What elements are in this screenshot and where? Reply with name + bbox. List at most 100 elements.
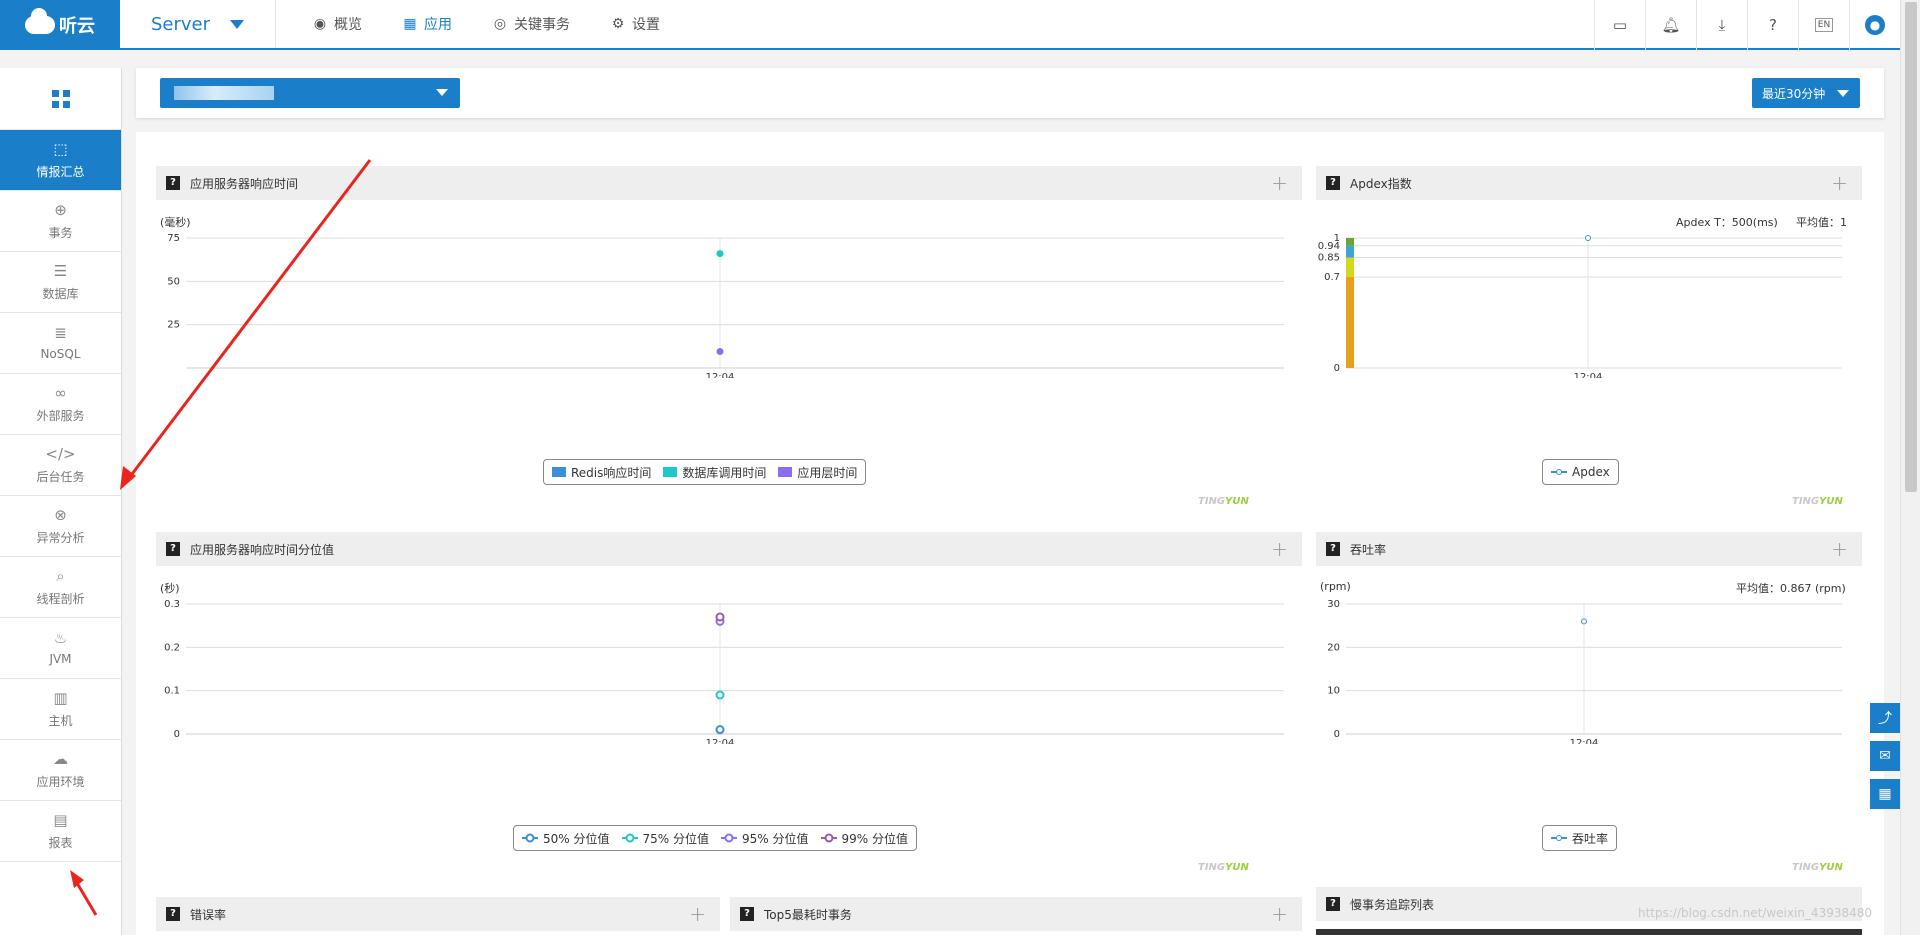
language-icon: EN — [1814, 18, 1834, 32]
percentile-legend: 50% 分位值 75% 分位值 95% 分位值 99% 分位值 — [513, 825, 917, 851]
sidebar-item-label: 情报汇总 — [36, 164, 85, 179]
sidebar-item-nosql[interactable]: ≣ NoSQL — [0, 313, 121, 374]
legend-item[interactable]: 75% 分位值 — [621, 830, 709, 847]
sidebar-item-external[interactable]: ∞ 外部服务 — [0, 374, 121, 435]
y-tick-label: 0 — [174, 729, 180, 740]
sidebar-item-background[interactable]: </> 后台任务 — [0, 435, 121, 496]
legend-label: 99% 分位值 — [841, 831, 909, 846]
panel-title: 应用服务器响应时间 — [190, 176, 299, 191]
y-tick-label: 30 — [1327, 599, 1340, 610]
server-icon: ▥ — [53, 688, 68, 707]
filter-bar: 最近30分钟 — [136, 68, 1884, 118]
help-icon[interactable]: ? — [166, 542, 180, 556]
panel-throughput: ? 吞吐率 + — [1316, 532, 1862, 566]
panel-response-time: ? 应用服务器响应时间 + — [156, 166, 1302, 200]
apdex-chart: 10.940.850.7012:04 — [1318, 233, 1842, 378]
sidebar-menu-toggle[interactable] — [0, 68, 121, 130]
legend-item[interactable]: 数据库调用时间 — [663, 464, 766, 481]
help-button[interactable]: ? — [1747, 0, 1798, 50]
app-selector[interactable] — [160, 78, 460, 108]
app-name-blurred — [174, 86, 274, 100]
legend-item[interactable]: Redis响应时间 — [552, 464, 651, 481]
qrcode-button[interactable]: ▦ — [1870, 779, 1900, 809]
header-actions: ▭ 🔔︎ ⤓ ? EN ● — [1594, 0, 1900, 50]
help-icon[interactable]: ? — [1326, 897, 1340, 911]
monitor-button[interactable]: ▭ — [1594, 0, 1645, 50]
sidebar-item-thread[interactable]: ⌕ 线程剖析 — [0, 557, 121, 618]
data-point — [715, 725, 725, 735]
sidebar-item-summary[interactable]: ⬚ 情报汇总 — [0, 130, 121, 191]
sidebar-item-label: 外部服务 — [36, 408, 85, 423]
plus-icon[interactable]: + — [1271, 171, 1288, 195]
sidebar-item-transactions[interactable]: ⊕ 事务 — [0, 191, 121, 252]
language-button[interactable]: EN — [1798, 0, 1849, 50]
plus-icon[interactable]: + — [1831, 537, 1848, 561]
page-scrollbar[interactable] — [1900, 0, 1920, 935]
sidebar-item-jvm[interactable]: ♨ JVM — [0, 618, 121, 679]
nav-overview[interactable]: ◉ 概览 — [312, 14, 362, 34]
data-point — [715, 612, 725, 622]
monitor-icon: ▭ — [1612, 16, 1628, 34]
nav-settings[interactable]: ⚙ 设置 — [610, 14, 660, 34]
sidebar-item-label: JVM — [49, 652, 72, 666]
legend-line-marker — [1551, 835, 1567, 841]
help-icon[interactable]: ? — [166, 907, 180, 921]
sidebar-item-label: 报表 — [48, 835, 73, 850]
apdex-legend: Apdex — [1542, 459, 1619, 485]
sidebar-item-report[interactable]: ▤ 报表 — [0, 801, 121, 862]
y-tick-label: 0 — [1334, 363, 1340, 374]
legend-item[interactable]: 吞吐率 — [1551, 830, 1608, 847]
legend-label: Redis响应时间 — [571, 465, 652, 480]
sidebar: ⬚ 情报汇总 ⊕ 事务 ☰ 数据库 ≣ NoSQL ∞ 外部服务 </> 后台任务 ⊗ 异常分… — [0, 68, 122, 935]
top-bar: 听云 Server ◉ 概览 ▦ 应用 ◎ 关键事务 ⚙ 设置 ▭ 🔔︎ ⤓ ?… — [0, 0, 1900, 50]
data-point — [1585, 235, 1591, 241]
plus-icon[interactable]: + — [1271, 537, 1288, 561]
legend-item[interactable]: Apdex — [1551, 465, 1610, 479]
help-icon[interactable]: ? — [1326, 542, 1340, 556]
panel-title: 慢事务追踪列表 — [1350, 897, 1435, 912]
panel-header: ? 应用服务器响应时间分位值 + — [156, 532, 1302, 566]
alert-button[interactable]: 🔔︎ — [1645, 0, 1696, 50]
legend-item[interactable]: 50% 分位值 — [522, 830, 610, 847]
tingyun-watermark: TINGYUN — [1198, 862, 1249, 873]
grid-icon: ▦ — [403, 16, 417, 32]
y-tick-label: 75 — [167, 233, 180, 244]
y-tick-label: 0.94 — [1318, 241, 1340, 252]
user-button[interactable]: ● — [1849, 0, 1900, 50]
sidebar-item-database[interactable]: ☰ 数据库 — [0, 252, 121, 313]
product-selector[interactable]: Server — [120, 0, 276, 48]
nav-label: 设置 — [632, 17, 660, 33]
help-icon[interactable]: ? — [1326, 176, 1340, 190]
legend-line-marker — [1551, 469, 1567, 475]
help-icon[interactable]: ? — [166, 176, 180, 190]
panel-header: ? Top5最耗时事务 + — [730, 897, 1302, 931]
apdex-band — [1346, 245, 1354, 258]
feedback-button[interactable]: ✉ — [1870, 741, 1900, 771]
plus-icon[interactable]: + — [689, 902, 706, 926]
sidebar-item-errors[interactable]: ⊗ 异常分析 — [0, 496, 121, 557]
legend-item[interactable]: 应用层时间 — [778, 464, 857, 481]
sidebar-item-label: 应用环境 — [36, 774, 85, 789]
legend-swatch — [778, 467, 793, 477]
legend-item[interactable]: 95% 分位值 — [721, 830, 809, 847]
help-icon[interactable]: ? — [740, 907, 754, 921]
globe-icon: ⊕ — [54, 200, 67, 219]
plus-icon[interactable]: + — [1271, 902, 1288, 926]
sidebar-item-host[interactable]: ▥ 主机 — [0, 679, 121, 740]
scrollbar-thumb[interactable] — [1905, 2, 1917, 492]
chevron-down-icon — [230, 19, 245, 29]
list-icon: ≣ — [54, 324, 67, 342]
panel-title: 吞吐率 — [1350, 542, 1387, 557]
download-button[interactable]: ⤓ — [1696, 0, 1747, 50]
plus-icon[interactable]: + — [1831, 171, 1848, 195]
nav-key-transactions[interactable]: ◎ 关键事务 — [492, 14, 570, 34]
nav-apps[interactable]: ▦ 应用 — [402, 14, 452, 34]
chevron-down-icon — [1837, 89, 1850, 97]
time-range-button[interactable]: 最近30分钟 — [1752, 78, 1860, 108]
legend-item[interactable]: 99% 分位值 — [820, 830, 909, 847]
logo[interactable]: 听云 — [0, 0, 120, 50]
sidebar-item-environment[interactable]: ☁ 应用环境 — [0, 740, 121, 801]
data-point — [1581, 618, 1587, 625]
data-point — [716, 348, 724, 356]
share-button[interactable]: ⤴ — [1870, 703, 1900, 733]
